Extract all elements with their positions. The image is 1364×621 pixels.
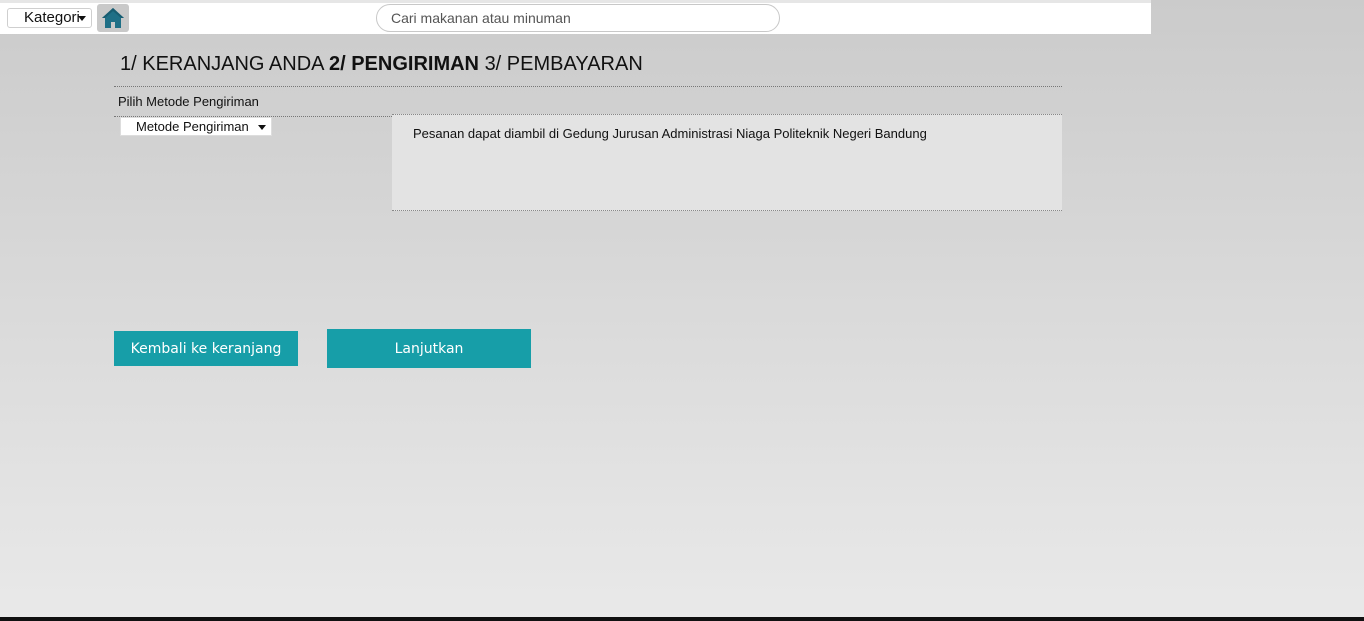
- section-label: Pilih Metode Pengiriman: [118, 94, 259, 109]
- chevron-down-icon: [258, 125, 266, 130]
- search-input[interactable]: [376, 4, 780, 32]
- step-shipping-active: 2/ PENGIRIMAN: [328, 53, 479, 75]
- bottom-border: [0, 617, 1364, 621]
- chevron-down-icon: [78, 16, 86, 21]
- home-button[interactable]: [97, 4, 129, 32]
- shipping-method-select[interactable]: Metode Pengiriman: [120, 117, 272, 136]
- home-icon: [102, 8, 124, 28]
- top-navbar: Kategori: [0, 0, 1151, 34]
- shipping-info-box: Pesanan dapat diambil di Gedung Jurusan …: [392, 114, 1062, 211]
- step-cart: 1/ KERANJANG ANDA: [120, 53, 324, 75]
- shipping-info-text: Pesanan dapat diambil di Gedung Jurusan …: [413, 126, 927, 141]
- divider: [114, 86, 1062, 87]
- checkout-steps: 1/ KERANJANG ANDA 2/ PENGIRIMAN 3/ PEMBA…: [120, 53, 643, 76]
- back-to-cart-button[interactable]: Kembali ke keranjang: [114, 331, 298, 366]
- navbar-divider: [0, 0, 1151, 3]
- category-dropdown[interactable]: Kategori: [7, 8, 92, 28]
- continue-button[interactable]: Lanjutkan: [327, 329, 531, 368]
- category-dropdown-label: Kategori: [24, 9, 80, 26]
- step-payment: 3/ PEMBAYARAN: [484, 53, 643, 75]
- shipping-method-value: Metode Pengiriman: [136, 119, 249, 134]
